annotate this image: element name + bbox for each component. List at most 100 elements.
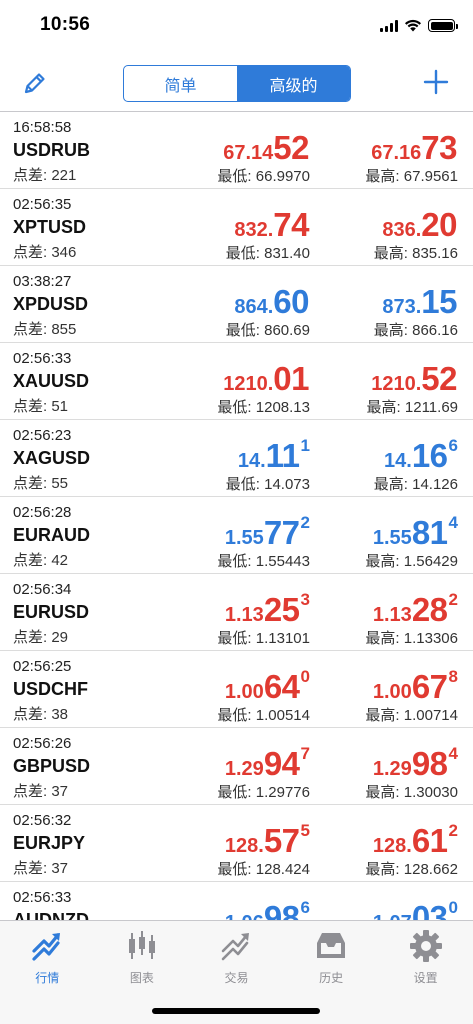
quote-row[interactable]: 02:56:32 EURJPY 点差: 37 128. 57 5 128. 61 2 最低: 12… — [0, 805, 473, 882]
bid-price-pips: 98 — [263, 899, 300, 920]
segment-simple[interactable]: 简单 — [124, 66, 237, 101]
ask-price-prefix: 14. — [384, 450, 412, 472]
plus-icon — [423, 69, 449, 95]
high-label: 最高: — [365, 630, 404, 647]
ask-price[interactable]: 1.07030 — [373, 898, 458, 920]
add-symbol-button[interactable] — [421, 67, 451, 97]
bid-price-pips: 52 — [273, 129, 309, 166]
tab-settings[interactable]: 设置 — [378, 921, 473, 991]
spread-label: 点差: — [13, 860, 52, 877]
low-label: 最低: — [217, 861, 256, 878]
low-label: 最低: — [217, 707, 256, 724]
ask-price[interactable]: 128. 61 2 — [373, 821, 458, 860]
ask-price[interactable]: 14. 16 6 — [384, 436, 458, 475]
tab-history[interactable]: 历史 — [284, 921, 379, 991]
bid-price-pips: 64 — [263, 668, 300, 705]
low-label: 最低: — [217, 168, 256, 185]
ask-price-fraction: 8 — [448, 667, 458, 686]
high-value: 1.30030 — [403, 784, 458, 801]
ask-price[interactable]: 873. 15 — [382, 283, 458, 321]
ask-price[interactable]: 1.55 81 4 — [373, 513, 458, 552]
spread-label: 点差: — [13, 552, 52, 569]
ask-price[interactable]: 1.13 28 2 — [372, 590, 458, 629]
quote-symbol: XPTUSD — [13, 217, 87, 237]
bid-price-pips: 25 — [263, 591, 300, 628]
daily-high: 最高: 1.13306 — [365, 627, 458, 648]
bid-price-prefix: 67.14 — [223, 142, 274, 164]
quote-row[interactable]: 02:56:33 XAUUSD 点差: 51 1210. 01 1210. 52 最低: 12… — [0, 343, 473, 420]
low-label: 最低: — [225, 476, 265, 493]
bid-price[interactable]: 67.14 52 — [223, 129, 310, 167]
bid-price[interactable]: 1.29 94 7 — [225, 744, 310, 783]
bid-price[interactable]: 832. 74 — [234, 206, 310, 244]
quote-row[interactable]: 03:38:27 XPDUSD 点差: 855 864. 60 873. 15 最低: 860… — [0, 266, 473, 343]
daily-low: 最低: 831.40 — [226, 242, 310, 263]
ask-price-prefix: 1.07 — [373, 912, 412, 920]
bid-price[interactable]: 1.55 77 2 — [225, 513, 310, 552]
ask-price-pips: 52 — [421, 360, 457, 397]
quote-spread: 点差: 29 — [13, 626, 68, 647]
segment-advanced[interactable]: 高级的 — [237, 66, 350, 101]
ask-price-pips: 28 — [411, 591, 448, 628]
bid-price[interactable]: 1.13 25 3 — [225, 590, 310, 629]
quote-symbol: GBPUSD — [13, 756, 91, 776]
bid-price[interactable]: 1210. 01 — [223, 360, 310, 398]
ask-price[interactable]: 836. 20 — [382, 206, 458, 244]
bid-price[interactable]: 14. 11 1 — [238, 436, 310, 475]
bid-price-pips: 57 — [263, 822, 300, 859]
daily-high: 最高: 835.16 — [374, 242, 458, 263]
bid-price[interactable]: 1.00 64 0 — [225, 667, 310, 706]
high-label: 最高: — [365, 168, 404, 185]
bid-price-fraction: 6 — [300, 898, 310, 917]
tab-chart[interactable]: 图表 — [95, 921, 190, 991]
ask-price[interactable]: 67.16 73 — [371, 129, 458, 167]
quotes-icon — [32, 933, 61, 961]
ask-price-pips: 81 — [411, 514, 448, 551]
bid-price[interactable]: 864. 60 — [234, 283, 310, 321]
edit-button[interactable] — [20, 68, 50, 98]
ask-price[interactable]: 1210. 52 — [371, 360, 458, 398]
bid-price-prefix: 128. — [224, 835, 264, 857]
ask-price-fraction: 6 — [448, 436, 458, 455]
ask-price[interactable]: 1.29 98 4 — [372, 744, 458, 783]
bid-price-pips: 77 — [263, 514, 300, 551]
quote-symbol: EURUSD — [13, 602, 90, 622]
tab-quotes[interactable]: 行情 — [0, 921, 95, 991]
low-label: 最低: — [225, 322, 265, 339]
low-value: 1.55443 — [255, 553, 310, 570]
high-label: 最高: — [365, 784, 404, 801]
low-label: 最低: — [217, 553, 256, 570]
ask-price-pips: 03 — [411, 899, 448, 920]
quote-row[interactable]: 02:56:28 EURAUD 点差: 42 1.55 77 2 1.55 81 4 最低: 1.… — [0, 497, 473, 574]
spread-value: 221 — [51, 167, 77, 184]
tab-chart-label: 图表 — [129, 971, 154, 985]
spread-value: 42 — [51, 552, 69, 569]
ask-price-prefix: 1.13 — [372, 604, 412, 626]
bid-price[interactable]: 1.06986 — [225, 898, 310, 920]
ask-price[interactable]: 1.00 67 8 — [373, 667, 458, 706]
high-value: 835.16 — [412, 245, 458, 262]
quote-spread: 点差: 346 — [13, 241, 76, 262]
low-value: 1208.13 — [255, 399, 310, 416]
ask-price-pips: 61 — [411, 822, 448, 859]
low-value: 66.9970 — [255, 168, 310, 185]
quote-row[interactable]: 02:56:25 USDCHF 点差: 38 1.00 64 0 1.00 67 8 最低: 1.… — [0, 651, 473, 728]
quote-row[interactable]: 02:56:35 XPTUSD 点差: 346 832. 74 836. 20 最低: 831… — [0, 189, 473, 266]
spread-label: 点差: — [13, 629, 52, 646]
low-value: 14.073 — [264, 476, 310, 493]
history-icon — [317, 933, 346, 958]
bid-price[interactable]: 128. 57 5 — [224, 821, 310, 860]
ask-price-pips: 73 — [421, 129, 457, 166]
daily-high: 最高: 14.126 — [374, 473, 458, 494]
quote-row[interactable]: 02:56:23 XAGUSD 点差: 55 14. 11 1 14. 16 6 最低: 14.0… — [0, 420, 473, 497]
quotes-list[interactable]: 16:58:58 USDRUB 点差: 221 67.14 52 67.16 73 最低: 6… — [0, 112, 473, 920]
ask-price-prefix: 1.29 — [372, 758, 412, 780]
daily-high: 最高: 866.16 — [374, 319, 458, 340]
quote-row[interactable]: 02:56:33AUDNZD点差: 1.069861.07030 — [0, 882, 473, 920]
quote-row[interactable]: 16:58:58 USDRUB 点差: 221 67.14 52 67.16 73 最低: 6… — [0, 112, 473, 189]
quote-row[interactable]: 02:56:34 EURUSD 点差: 29 1.13 25 3 1.13 28 2 最低: 1.… — [0, 574, 473, 651]
spread-label: 点差: — [13, 321, 52, 338]
spread-value: 855 — [51, 321, 77, 338]
tab-trade[interactable]: 交易 — [189, 921, 284, 991]
quote-row[interactable]: 02:56:26 GBPUSD 点差: 37 1.29 94 7 1.29 98 4 最低: 1.… — [0, 728, 473, 805]
